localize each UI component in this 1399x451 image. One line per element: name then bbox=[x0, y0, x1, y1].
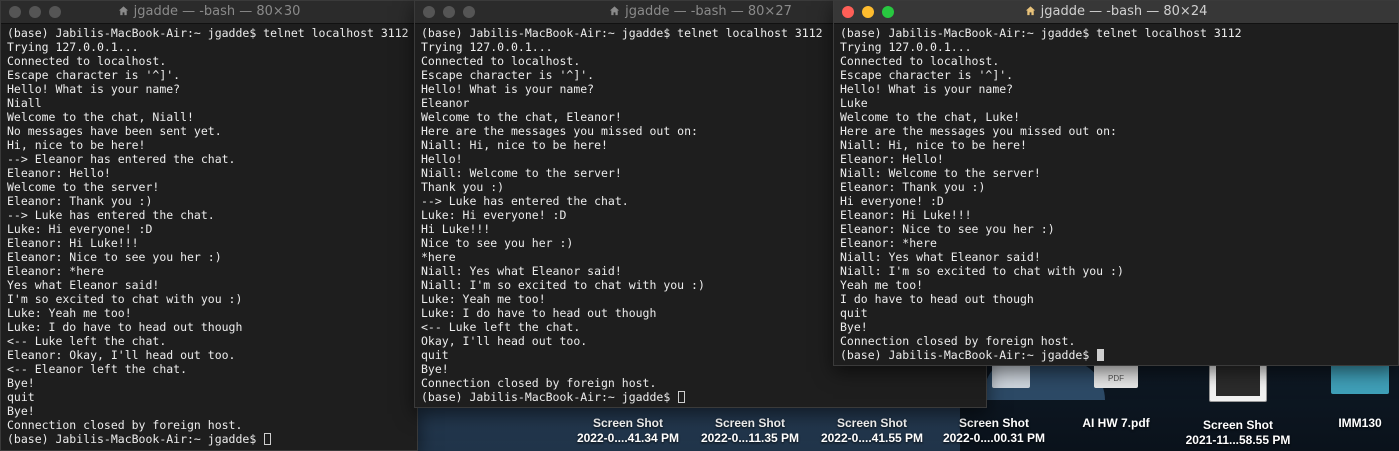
terminal-line: Eleanor: Thank you :) bbox=[840, 180, 986, 194]
terminal-line: Niall: Yes what Eleanor said! bbox=[840, 250, 1041, 264]
home-folder-icon bbox=[1025, 6, 1035, 16]
window-titlebar[interactable]: jgadde — -bash — 80×24 bbox=[834, 1, 1398, 24]
desktop-icon-label: Screen Shot 2022-0...11.35 PM bbox=[700, 416, 800, 445]
terminal-line: Eleanor: Nice to see you her :) bbox=[840, 222, 1055, 236]
terminal-line: Eleanor: *here bbox=[840, 236, 937, 250]
terminal-line: I'm so excited to chat with you :) bbox=[7, 292, 243, 306]
terminal-line: Niall: I'm so excited to chat with you :… bbox=[840, 264, 1124, 278]
text-cursor bbox=[678, 391, 686, 403]
terminal-line: Hello! What is your name? bbox=[840, 82, 1014, 96]
terminal-line: --> Luke has entered the chat. bbox=[7, 208, 215, 222]
terminal-line: Niall bbox=[7, 96, 42, 110]
terminal-line: quit bbox=[7, 390, 35, 404]
terminal-line: No messages have been sent yet. bbox=[7, 124, 222, 138]
terminal-line: Eleanor: Thank you :) bbox=[7, 194, 153, 208]
terminal-line: Luke bbox=[840, 96, 868, 110]
terminal-line: Yeah me too! bbox=[840, 278, 924, 292]
terminal-line: Connection closed by foreign host. bbox=[421, 376, 657, 390]
terminal-line: Hi everyone! :D bbox=[840, 194, 944, 208]
terminal-line: Trying 127.0.0.1... bbox=[840, 40, 972, 54]
desktop-icon-label: Screen Shot 2021-11...58.55 PM bbox=[1185, 418, 1291, 447]
desktop-icon-label: Screen Shot 2022-0....41.34 PM bbox=[576, 416, 680, 445]
window-title: jgadde — -bash — 80×24 bbox=[834, 4, 1398, 20]
terminal-output[interactable]: (base) Jabilis-MacBook-Air:~ jgadde$ tel… bbox=[1, 24, 417, 446]
terminal-line: Welcome to the server! bbox=[7, 180, 160, 194]
terminal-line: (base) Jabilis-MacBook-Air:~ jgadde$ tel… bbox=[7, 26, 409, 40]
terminal-line: Trying 127.0.0.1... bbox=[7, 40, 139, 54]
terminal-line: quit bbox=[840, 306, 868, 320]
desktop-icon-folder[interactable]: IMM130 bbox=[1300, 358, 1399, 431]
terminal-line: (base) Jabilis-MacBook-Air:~ jgadde$ bbox=[840, 348, 1398, 362]
home-folder-icon bbox=[610, 6, 620, 16]
terminal-line: Luke: I do have to head out though bbox=[7, 320, 243, 334]
terminal-line: Connection closed by foreign host. bbox=[840, 334, 1076, 348]
terminal-window-niall[interactable]: jgadde — -bash — 80×30 (base) Jabilis-Ma… bbox=[0, 0, 418, 451]
terminal-line: Connected to localhost. bbox=[7, 54, 167, 68]
terminal-line: Niall: Welcome to the server! bbox=[840, 166, 1041, 180]
terminal-line: Eleanor: Nice to see you her :) bbox=[7, 250, 222, 264]
desktop-icon-label: Screen Shot 2022-0....00.31 PM bbox=[942, 416, 1046, 445]
window-title: jgadde — -bash — 80×30 bbox=[1, 4, 417, 20]
window-titlebar[interactable]: jgadde — -bash — 80×30 bbox=[1, 1, 417, 24]
terminal-line: Welcome to the chat, Niall! bbox=[7, 110, 194, 124]
terminal-line: Yes what Eleanor said! bbox=[7, 278, 160, 292]
terminal-line: <-- Luke left the chat. bbox=[7, 334, 167, 348]
terminal-line: Here are the messages you missed out on: bbox=[840, 124, 1117, 138]
terminal-line: Bye! bbox=[7, 404, 35, 418]
home-folder-icon bbox=[118, 6, 128, 16]
terminal-line: Eleanor: Hi Luke!!! bbox=[840, 208, 972, 222]
terminal-line: Bye! bbox=[840, 320, 868, 334]
terminal-line: Niall: Hi, nice to be here! bbox=[840, 138, 1027, 152]
terminal-line: Connection closed by foreign host. bbox=[7, 418, 243, 432]
terminal-line: Escape character is '^]'. bbox=[840, 68, 1014, 82]
desktop-icon-label: AI HW 7.pdf bbox=[1082, 416, 1150, 430]
terminal-line: Escape character is '^]'. bbox=[7, 68, 181, 82]
terminal-line: Luke: Hi everyone! :D bbox=[7, 222, 153, 236]
terminal-line: (base) Jabilis-MacBook-Air:~ jgadde$ bbox=[7, 432, 417, 446]
terminal-line: Hi, nice to be here! bbox=[7, 138, 146, 152]
desktop-icon-pdf[interactable]: PDF AI HW 7.pdf bbox=[1056, 358, 1176, 431]
terminal-line: <-- Eleanor left the chat. bbox=[7, 362, 188, 376]
terminal-line: Hello! What is your name? bbox=[7, 82, 181, 96]
text-cursor bbox=[1097, 349, 1105, 361]
terminal-line: I do have to head out though bbox=[840, 292, 1034, 306]
desktop-icon-screenshot-5[interactable]: Screen Shot 2021-11...58.55 PM bbox=[1178, 358, 1298, 448]
terminal-line: Bye! bbox=[7, 376, 35, 390]
pdf-badge: PDF bbox=[1108, 374, 1124, 383]
text-cursor bbox=[264, 433, 272, 445]
terminal-output[interactable]: (base) Jabilis-MacBook-Air:~ jgadde$ tel… bbox=[834, 24, 1398, 362]
screenshot-thumbnail-content bbox=[1216, 364, 1260, 396]
terminal-window-luke[interactable]: jgadde — -bash — 80×24 (base) Jabilis-Ma… bbox=[833, 0, 1399, 366]
terminal-line: --> Eleanor has entered the chat. bbox=[7, 152, 236, 166]
desktop-icon-label: Screen Shot 2022-0....41.55 PM bbox=[820, 416, 924, 445]
desktop-icon-label: IMM130 bbox=[1338, 416, 1382, 430]
terminal-line: Connected to localhost. bbox=[840, 54, 1000, 68]
terminal-line: Eleanor: Hello! bbox=[7, 166, 111, 180]
terminal-line: Welcome to the chat, Luke! bbox=[840, 110, 1021, 124]
terminal-line: (base) Jabilis-MacBook-Air:~ jgadde$ tel… bbox=[840, 26, 1242, 40]
terminal-line: Luke: Yeah me too! bbox=[7, 306, 132, 320]
terminal-line: Eleanor: Hi Luke!!! bbox=[7, 236, 139, 250]
terminal-line: (base) Jabilis-MacBook-Air:~ jgadde$ bbox=[421, 390, 986, 404]
terminal-line: Eleanor: Hello! bbox=[840, 152, 944, 166]
terminal-line: Eleanor: *here bbox=[7, 264, 104, 278]
terminal-line: Eleanor: Okay, I'll head out too. bbox=[7, 348, 236, 362]
